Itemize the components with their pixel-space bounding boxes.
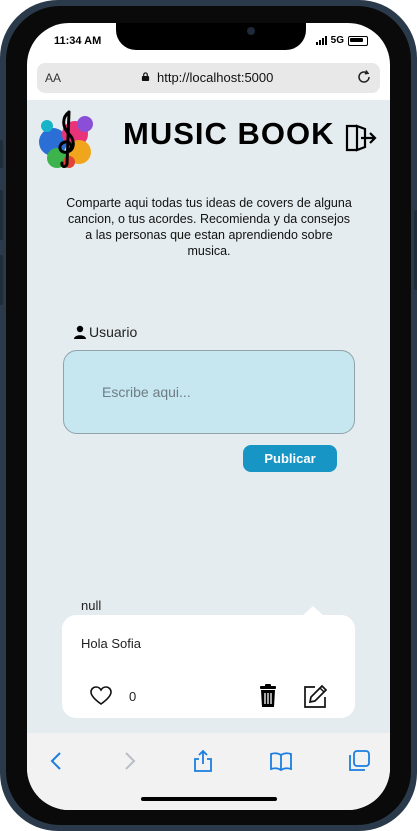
reload-icon[interactable] — [356, 69, 372, 85]
lock-icon — [141, 72, 150, 81]
intro-text: Comparte aqui todas tus ideas de covers … — [66, 196, 352, 258]
front-camera — [247, 27, 255, 35]
status-indicators: 5G — [315, 35, 368, 46]
edit-icon[interactable] — [302, 684, 328, 710]
side-button-left-3 — [0, 255, 3, 305]
trash-icon[interactable] — [258, 684, 278, 708]
composer-user-label: Usuario — [89, 324, 138, 340]
side-button-left-2 — [0, 190, 3, 240]
post-card: Hola Sofia 0 — [62, 615, 355, 718]
phone-frame: 11:34 AM 5G AA http://localhost:5000 MUS… — [0, 0, 417, 831]
post-author: null — [81, 598, 102, 613]
page-title: MUSIC BOOK — [123, 116, 335, 151]
post-input-box[interactable] — [63, 350, 355, 434]
share-icon[interactable] — [191, 749, 215, 773]
side-button-left-1 — [0, 140, 3, 168]
like-count: 0 — [129, 689, 137, 704]
treble-clef-logo-icon — [39, 110, 93, 168]
post-text: Hola Sofia — [81, 636, 141, 651]
status-time: 11:34 AM — [54, 35, 102, 47]
network-label: 5G — [330, 35, 344, 46]
notch — [116, 23, 306, 50]
phone-screen: 11:34 AM 5G AA http://localhost:5000 MUS… — [27, 23, 390, 810]
home-indicator — [141, 797, 277, 801]
web-page: MUSIC BOOK Comparte aqui todas tus ideas… — [27, 100, 390, 733]
back-icon[interactable] — [45, 749, 69, 773]
tabs-icon[interactable] — [347, 749, 371, 773]
battery-icon — [348, 35, 368, 46]
bookmarks-icon[interactable] — [269, 749, 293, 773]
forward-icon[interactable] — [117, 749, 141, 773]
publish-button[interactable]: Publicar — [243, 445, 337, 472]
url-text[interactable]: http://localhost:5000 — [157, 70, 273, 85]
address-bar[interactable]: AA http://localhost:5000 — [37, 63, 380, 93]
user-icon — [74, 325, 86, 339]
logout-icon[interactable] — [343, 122, 377, 154]
post-input[interactable] — [100, 379, 344, 405]
heart-icon[interactable] — [90, 686, 112, 706]
composer-user: Usuario — [73, 324, 137, 340]
text-size-button[interactable]: AA — [45, 71, 61, 85]
signal-icon — [315, 36, 327, 45]
